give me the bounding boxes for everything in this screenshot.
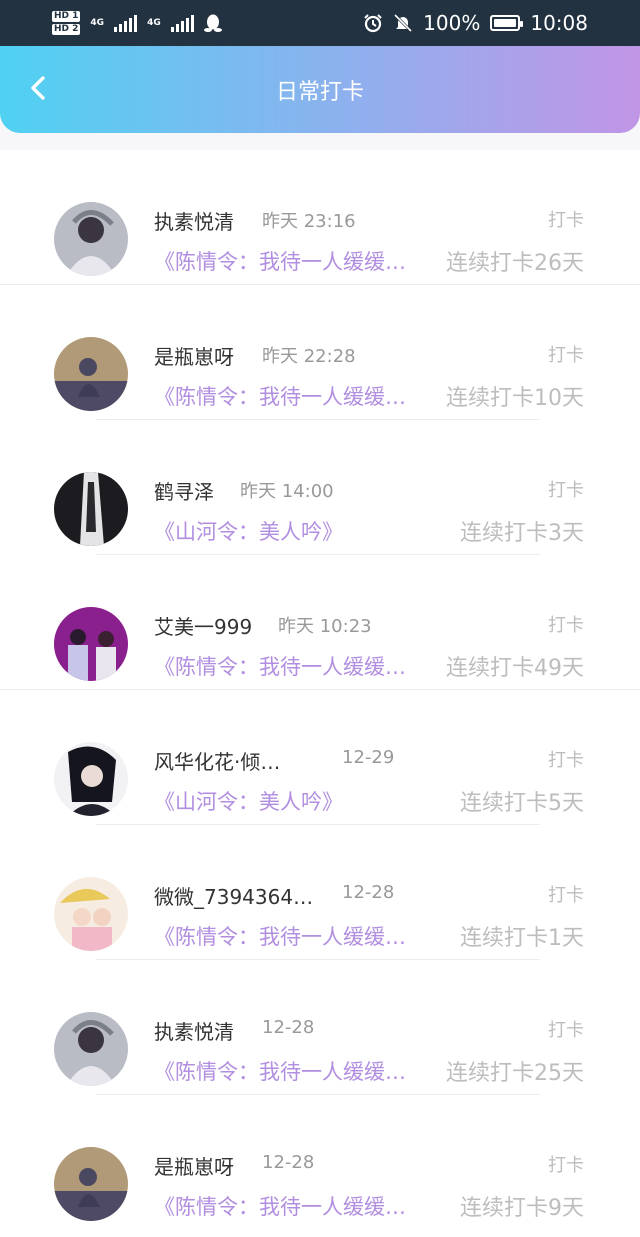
list-item[interactable]: 风华化花·倾… 12-29 打卡 《山河令：美人吟》 连续打卡5天 xyxy=(0,690,640,825)
network-type-1: 4G xyxy=(90,18,105,28)
list-item[interactable]: 是瓶崽呀 12-28 打卡 《陈情令：我待一人缓缓归》 连续打卡9天 xyxy=(0,1095,640,1230)
checkin-time: 12-28 xyxy=(342,882,395,903)
avatar-image xyxy=(54,607,128,681)
checkin-action-label: 打卡 xyxy=(548,480,584,501)
book-title[interactable]: 《山河令：美人吟》 xyxy=(154,786,343,816)
user-name[interactable]: 是瓶崽呀 xyxy=(154,341,234,370)
avatar-image xyxy=(54,1147,128,1221)
user-name[interactable]: 微微_7394364… xyxy=(154,881,313,910)
avatar-image xyxy=(54,202,128,276)
header-bar: 日常打卡 xyxy=(0,46,640,133)
list-item[interactable]: 鹤寻泽 昨天 14:00 打卡 《山河令：美人吟》 连续打卡3天 xyxy=(0,420,640,555)
avatar-image xyxy=(54,877,128,951)
checkin-action-label: 打卡 xyxy=(548,345,584,366)
list-item[interactable]: 执素悦清 昨天 23:16 打卡 《陈情令：我待一人缓缓… 连续打卡26天 xyxy=(0,150,640,285)
hd2-badge: HD 2 xyxy=(52,24,81,35)
streak-count: 连续打卡49天 xyxy=(446,656,584,681)
avatar-image xyxy=(54,337,128,411)
avatar[interactable] xyxy=(54,1012,128,1086)
qq-icon xyxy=(203,14,222,32)
signal-2-icon xyxy=(170,14,194,32)
checkin-time: 昨天 22:28 xyxy=(262,346,356,367)
book-title[interactable]: 《陈情令：我待一人缓缓归》 xyxy=(154,921,426,951)
avatar-image xyxy=(54,472,128,546)
checkin-action-label: 打卡 xyxy=(548,750,584,771)
status-bar-left: HD 1 HD 2 4G 4G xyxy=(52,11,222,35)
book-title[interactable]: 《陈情令：我待一人缓缓… xyxy=(154,651,406,681)
avatar-image xyxy=(54,742,128,816)
book-title[interactable]: 《陈情令：我待一人缓缓… xyxy=(154,381,406,411)
list-item[interactable]: 执素悦清 12-28 打卡 《陈情令：我待一人缓缓… 连续打卡25天 xyxy=(0,960,640,1095)
user-name[interactable]: 执素悦清 xyxy=(154,206,234,235)
hd-indicators: HD 1 HD 2 xyxy=(52,11,81,35)
streak-count: 连续打卡26天 xyxy=(446,251,584,276)
checkin-time: 12-28 xyxy=(262,1017,315,1038)
mute-bell-icon xyxy=(394,13,413,33)
checkin-action-label: 打卡 xyxy=(548,885,584,906)
checkin-time: 昨天 10:23 xyxy=(278,616,372,637)
checkin-time: 12-29 xyxy=(342,747,395,768)
user-name[interactable]: 鹤寻泽 xyxy=(154,476,214,505)
checkin-action-label: 打卡 xyxy=(548,210,584,231)
user-name[interactable]: 艾美一999 xyxy=(154,611,252,640)
checkin-list: 执素悦清 昨天 23:16 打卡 《陈情令：我待一人缓缓… 连续打卡26天 是瓶… xyxy=(0,150,640,1237)
avatar[interactable] xyxy=(54,877,128,951)
avatar[interactable] xyxy=(54,742,128,816)
status-bar-right: 100% 10:08 xyxy=(363,11,588,35)
streak-count: 连续打卡9天 xyxy=(460,1196,584,1221)
avatar-image xyxy=(54,1012,128,1086)
list-item[interactable]: 艾美一999 昨天 10:23 打卡 《陈情令：我待一人缓缓… 连续打卡49天 xyxy=(0,555,640,690)
streak-count: 连续打卡1天 xyxy=(460,926,584,951)
avatar[interactable] xyxy=(54,337,128,411)
chevron-left-icon xyxy=(31,76,45,100)
battery-percent: 100% xyxy=(423,11,481,35)
network-type-2: 4G xyxy=(147,18,161,28)
back-button[interactable] xyxy=(18,68,58,108)
checkin-time: 昨天 23:16 xyxy=(262,211,356,232)
book-title[interactable]: 《陈情令：我待一人缓缓… xyxy=(154,246,406,276)
streak-count: 连续打卡5天 xyxy=(460,791,584,816)
streak-count: 连续打卡25天 xyxy=(446,1061,584,1086)
checkin-action-label: 打卡 xyxy=(548,1020,584,1041)
avatar[interactable] xyxy=(54,202,128,276)
avatar[interactable] xyxy=(54,1147,128,1221)
book-title[interactable]: 《陈情令：我待一人缓缓… xyxy=(154,1056,406,1086)
user-name[interactable]: 风华化花·倾… xyxy=(154,746,280,775)
user-name[interactable]: 是瓶崽呀 xyxy=(154,1151,234,1180)
user-name[interactable]: 执素悦清 xyxy=(154,1016,234,1045)
streak-count: 连续打卡10天 xyxy=(446,386,584,411)
hd1-badge: HD 1 xyxy=(52,11,81,22)
status-bar: HD 1 HD 2 4G 4G 100% 10:08 xyxy=(0,0,640,46)
page-title: 日常打卡 xyxy=(275,79,364,105)
checkin-time: 昨天 14:00 xyxy=(240,481,334,502)
avatar[interactable] xyxy=(54,607,128,681)
checkin-action-label: 打卡 xyxy=(548,615,584,636)
checkin-action-label: 打卡 xyxy=(548,1155,584,1176)
battery-icon xyxy=(490,15,524,31)
streak-count: 连续打卡3天 xyxy=(460,521,584,546)
list-item[interactable]: 是瓶崽呀 昨天 22:28 打卡 《陈情令：我待一人缓缓… 连续打卡10天 xyxy=(0,285,640,420)
alarm-icon xyxy=(364,14,382,33)
avatar[interactable] xyxy=(54,472,128,546)
clock: 10:08 xyxy=(530,11,588,35)
book-title[interactable]: 《陈情令：我待一人缓缓归》 xyxy=(154,1191,426,1221)
book-title[interactable]: 《山河令：美人吟》 xyxy=(154,516,343,546)
list-item[interactable]: 微微_7394364… 12-28 打卡 《陈情令：我待一人缓缓归》 连续打卡1… xyxy=(0,825,640,960)
checkin-time: 12-28 xyxy=(262,1152,315,1173)
signal-1-icon xyxy=(114,14,138,32)
